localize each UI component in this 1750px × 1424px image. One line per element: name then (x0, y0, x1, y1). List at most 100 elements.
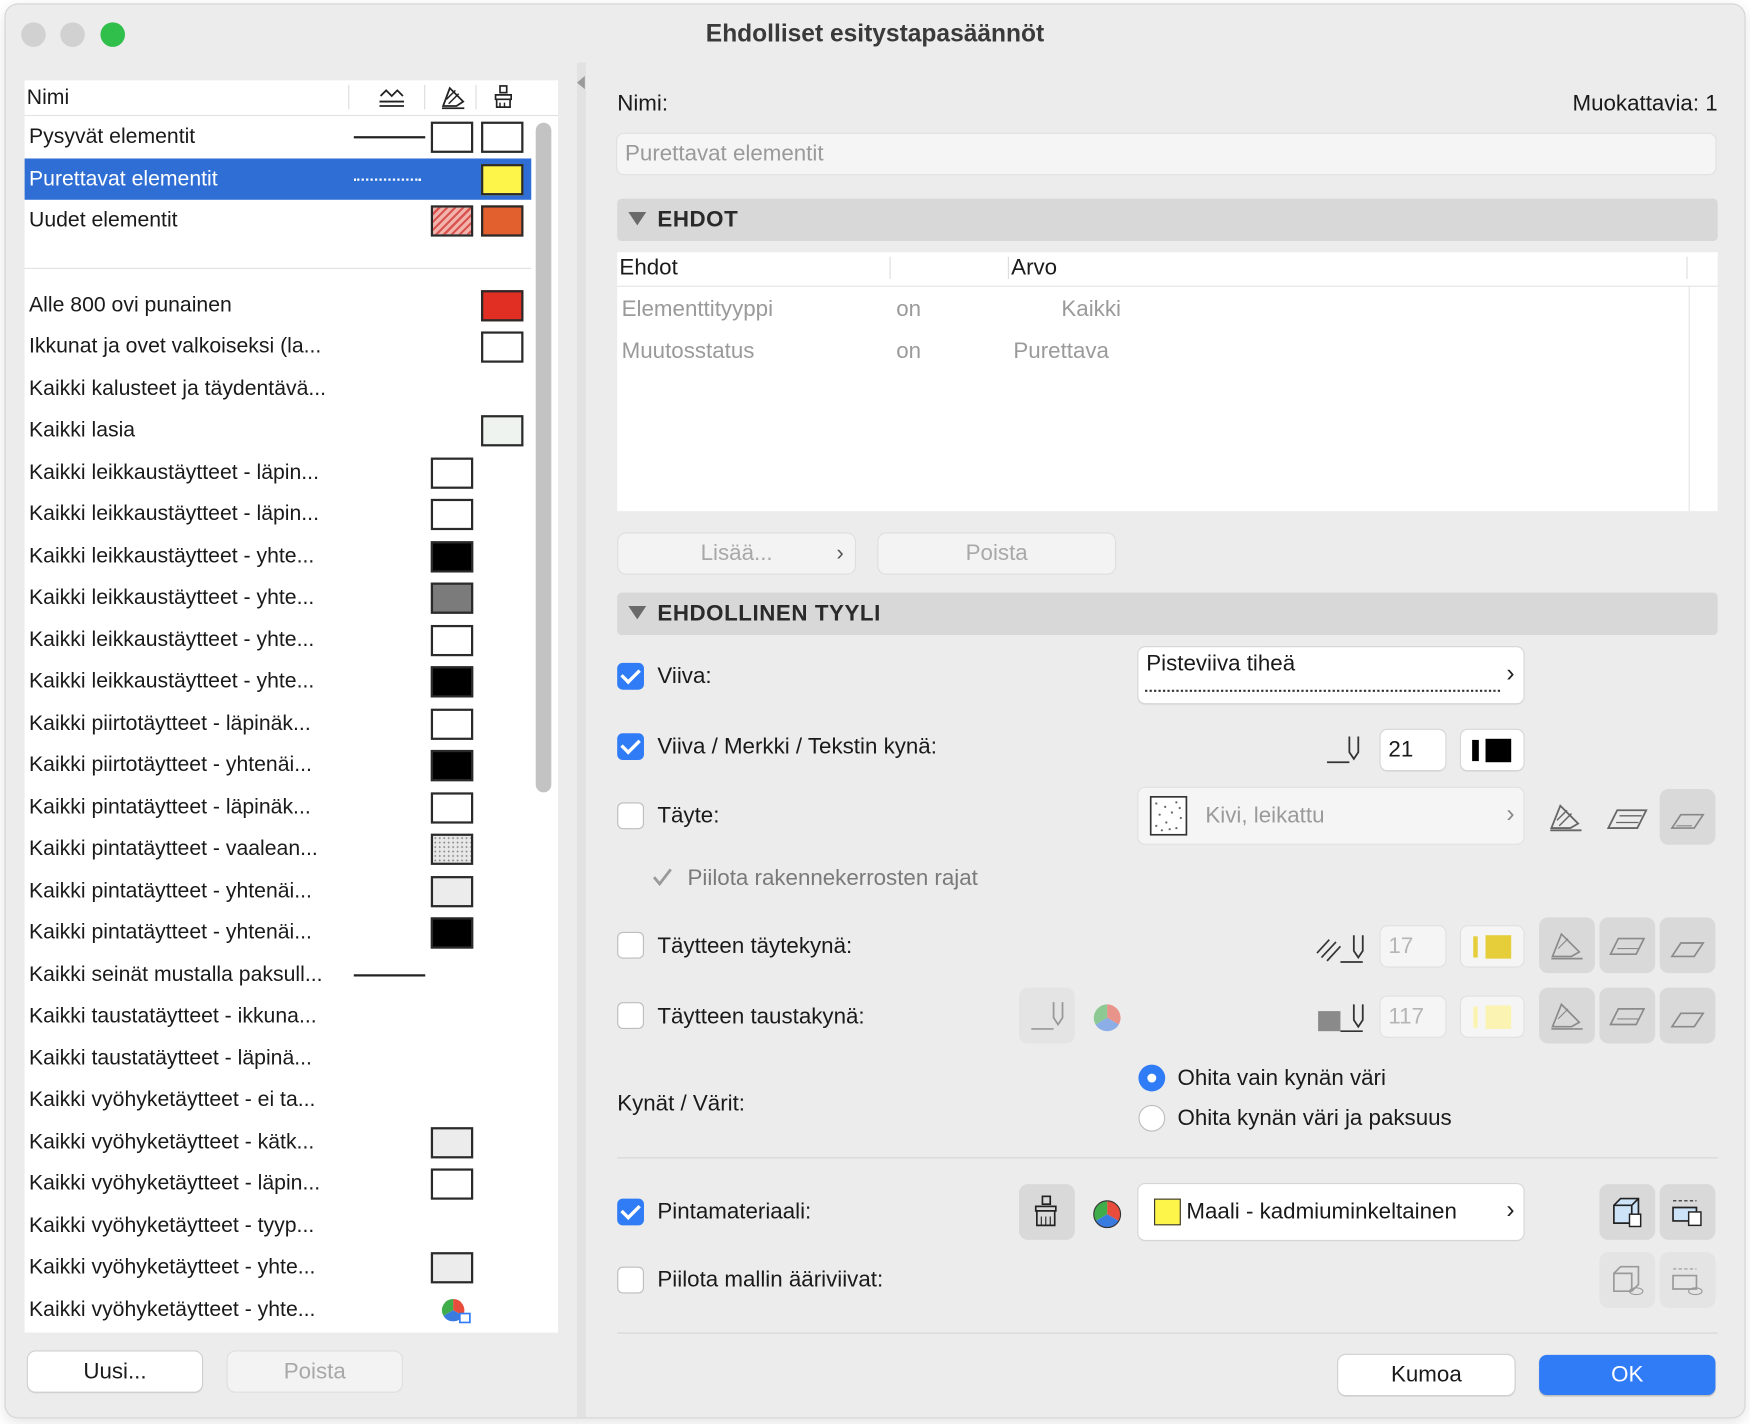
drafting-fill-button[interactable] (1659, 789, 1716, 845)
condition-row[interactable]: Muutosstatus on Purettava (617, 330, 1686, 370)
pen-icon (1327, 736, 1360, 764)
list-item[interactable]: Kaikki taustatäytteet - ikkuna... (25, 995, 532, 1036)
list-item-label: Kaikki lasia (29, 418, 136, 442)
delete-condition-button[interactable]: Poista (878, 533, 1115, 574)
list-item[interactable]: Kaikki pintatäytteet - yhtenäi... (25, 870, 532, 911)
separator (617, 1157, 1718, 1159)
list-item[interactable]: Kaikki leikkaustäytteet - yhte... (25, 661, 532, 702)
fill-pen-drafting-button[interactable] (1659, 917, 1716, 974)
background-pen-cut-button[interactable] (1539, 987, 1595, 1044)
list-scrollbar[interactable] (535, 122, 552, 793)
list-item[interactable]: Kaikki seinät mustalla paksull... (25, 954, 532, 995)
list-item[interactable]: Kaikki leikkaustäytteet - yhte... (25, 535, 532, 576)
background-pen-cover-button[interactable] (1599, 987, 1656, 1044)
line-checkbox[interactable] (617, 662, 644, 690)
fill-pen-checkbox[interactable] (617, 931, 644, 959)
list-item[interactable]: Purettavat elementit (24, 157, 532, 200)
list-item[interactable]: Kaikki vyöhyketäytteet - kätk... (25, 1121, 532, 1162)
pen-checkbox[interactable] (617, 733, 644, 760)
background-pen-label: Täytteen taustakynä: (657, 1004, 865, 1029)
surface-brush-icon[interactable] (491, 84, 516, 111)
list-item[interactable]: Kaikki vyöhyketäytteet - yhte... (25, 1288, 532, 1329)
list-item[interactable]: Uudet elementit (25, 200, 532, 241)
list-item[interactable]: Kaikki piirtotäytteet - läpinäk... (25, 703, 532, 744)
name-column-header[interactable]: Nimi (27, 86, 69, 111)
line-type-icon[interactable] (377, 87, 406, 109)
list-item[interactable]: Kaikki vyöhyketäytteet - läpin... (25, 1163, 532, 1204)
color-swatch (430, 917, 474, 949)
list-item[interactable]: Kaikki kalusteet ja täydentävä... (25, 368, 532, 409)
conditions-section-header[interactable]: EHDOT (617, 198, 1718, 242)
hide-layer-borders-checkbox[interactable] (648, 864, 675, 891)
fill-pen-cover-button[interactable] (1599, 917, 1656, 974)
disclosure-triangle-icon[interactable] (628, 212, 647, 226)
list-item[interactable]: Kaikki leikkaustäytteet - läpin... (25, 493, 532, 534)
contour-section-button[interactable] (1659, 1252, 1716, 1308)
rule-name-input[interactable]: Purettavat elementit (617, 133, 1716, 175)
surface-3d-model-button[interactable] (1599, 1184, 1656, 1240)
list-item[interactable]: Kaikki pintatäytteet - yhtenäi... (25, 912, 532, 953)
background-pen-picker-button[interactable] (1018, 987, 1075, 1044)
cancel-button[interactable]: Kumoa (1338, 1354, 1515, 1396)
list-item[interactable]: Kaikki leikkaustäytteet - yhte... (25, 577, 532, 618)
fill-pen-cut-button[interactable] (1539, 917, 1595, 974)
background-pen-drafting-button[interactable] (1659, 987, 1716, 1044)
line-type-select[interactable]: Pisteviiva tiheä › (1138, 647, 1524, 704)
pen-number-input[interactable]: 21 (1380, 729, 1446, 771)
value-column-header[interactable]: Arvo (1011, 256, 1057, 282)
dialog-window: Ehdolliset esitystapasäännöt Nimi Pysyvä… (5, 4, 1745, 1418)
surface-material-select[interactable]: Maali - kadmiuminkeltainen › (1138, 1184, 1524, 1240)
solid-line-preview (353, 973, 426, 976)
new-rule-button[interactable]: Uusi... (27, 1351, 203, 1392)
list-item[interactable]: Kaikki vyöhyketäytteet - ei ta... (25, 1079, 532, 1120)
fill-pen-number-input[interactable]: 17 (1380, 926, 1446, 967)
rules-list[interactable]: Nimi Pysyvät elementit Purettavat element… (24, 80, 559, 1333)
list-item-label: Alle 800 ovi punainen (29, 292, 232, 317)
background-pen-checkbox[interactable] (617, 1002, 644, 1029)
fill-type-select[interactable]: Kivi, leikattu › (1138, 787, 1524, 844)
list-item-label: Kaikki pintatäytteet - läpinäk... (29, 795, 311, 819)
fill-pen-color-swatch[interactable] (1460, 926, 1524, 967)
list-item[interactable]: Kaikki vyöhyketäytteet - tyyp... (25, 1205, 532, 1246)
list-item[interactable]: Kaikki vyöhyketäytteet - yhte... (25, 1247, 532, 1288)
color-swatch (481, 121, 524, 153)
condition-row[interactable]: Elementtityyppi on Kaikki (617, 288, 1686, 328)
fill-icon[interactable] (440, 85, 467, 110)
background-pen-color-swatch[interactable] (1460, 996, 1524, 1037)
criterion-column-header[interactable]: Ehdot (619, 256, 677, 282)
disclosure-triangle-icon[interactable] (628, 605, 647, 620)
pen-color-swatch[interactable] (1460, 729, 1524, 771)
delete-rule-button[interactable]: Poista (227, 1351, 402, 1392)
background-pen-number-input[interactable]: 117 (1380, 996, 1446, 1037)
cover-fill-icon[interactable] (1606, 804, 1648, 833)
hide-model-contours-label: Piilota mallin ääriviivat: (657, 1267, 884, 1293)
fill-pen-icon (1316, 935, 1364, 963)
surface-section-button[interactable] (1659, 1184, 1716, 1240)
list-item[interactable]: Pysyvät elementit (25, 116, 532, 157)
list-item[interactable]: Ikkunat ja ovet valkoiseksi (la... (25, 326, 532, 367)
list-item[interactable]: Kaikki leikkaustäytteet - yhte... (25, 619, 532, 660)
conditional-style-section-header[interactable]: EHDOLLINEN TYYLI (617, 592, 1718, 636)
color-wheel-icon[interactable] (1090, 1197, 1123, 1230)
ok-button[interactable]: OK (1539, 1354, 1716, 1396)
add-condition-button[interactable]: Lisää... › (618, 533, 855, 574)
list-item[interactable]: Kaikki leikkaustäytteet - läpin... (25, 451, 532, 492)
conditions-table[interactable]: Ehdot Arvo Elementtityyppi on Kaikki Muu… (617, 252, 1718, 512)
override-color-only-radio[interactable] (1138, 1064, 1166, 1092)
list-item[interactable]: Kaikki taustatäytteet - läpinä... (25, 1037, 532, 1078)
list-item[interactable]: Kaikki lasia (25, 410, 532, 451)
surface-picker-button[interactable] (1018, 1184, 1075, 1240)
color-wheel-icon[interactable] (1090, 1001, 1123, 1034)
list-item[interactable]: Kaikki piirtotäytteet - yhtenäi... (25, 744, 532, 785)
list-item[interactable]: Alle 800 ovi punainen (25, 284, 532, 325)
contour-3d-button[interactable] (1599, 1252, 1656, 1308)
fill-checkbox[interactable] (617, 802, 644, 830)
chevron-right-icon: › (1506, 799, 1515, 827)
cut-fill-icon[interactable] (1548, 801, 1586, 832)
override-color-and-weight-radio[interactable] (1138, 1104, 1166, 1132)
list-item[interactable]: Kaikki pintatäytteet - läpinäk... (25, 786, 532, 827)
hide-model-contours-checkbox[interactable] (617, 1266, 644, 1294)
surface-checkbox[interactable] (617, 1198, 644, 1226)
list-item[interactable]: Kaikki pintatäytteet - vaalean... (25, 828, 532, 869)
panel-splitter[interactable] (577, 62, 586, 1418)
